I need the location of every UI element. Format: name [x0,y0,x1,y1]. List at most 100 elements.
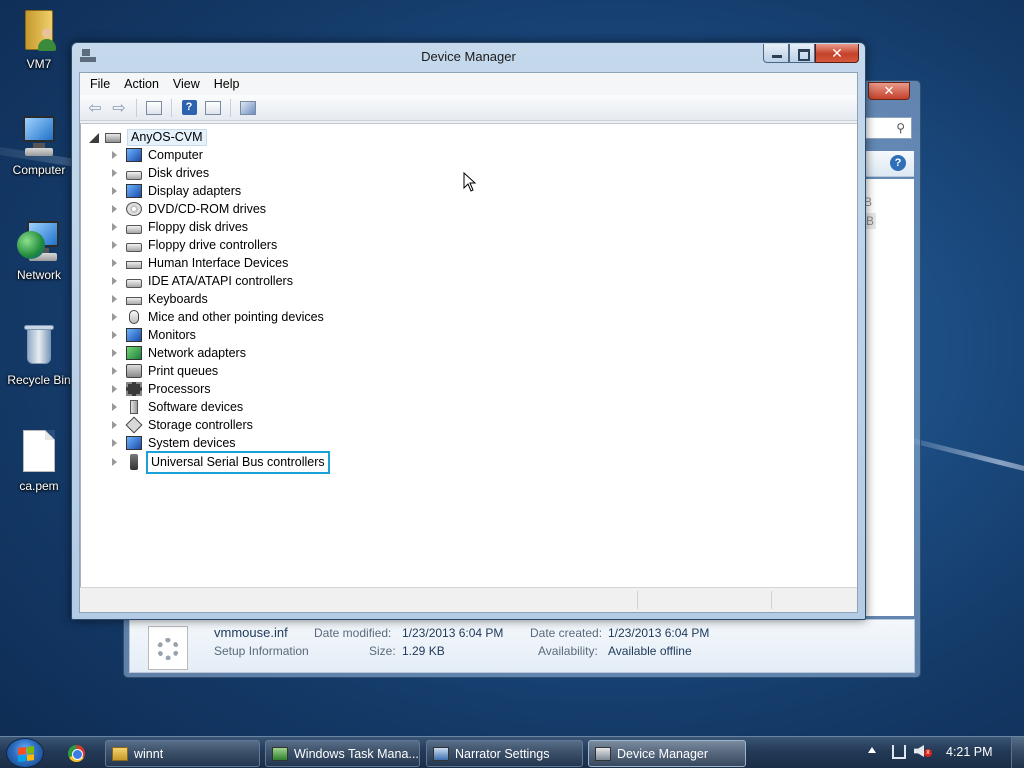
tree-item-disk-drives[interactable]: Disk drives [110,164,209,182]
expand-icon[interactable] [110,402,120,412]
tree-item-print-queues[interactable]: Print queues [110,362,218,380]
tree-item-label: Network adapters [148,346,246,360]
title-bar[interactable]: Device Manager ✕ [72,43,865,71]
scan-hardware-changes-button[interactable] [237,98,259,118]
tree-item-ide-ata-atapi-controllers[interactable]: IDE ATA/ATAPI controllers [110,272,293,290]
desktop-icon-computer[interactable]: Computer [4,112,74,177]
clock[interactable]: 4:21 PM [946,745,993,759]
show-hide-action-pane-button[interactable] [202,98,224,118]
maximize-button[interactable] [789,44,815,63]
device-manager-window[interactable]: Device Manager ✕ File Action View Help ⇦… [71,42,866,620]
desktop-icon-vm7[interactable]: VM7 [4,6,74,71]
expand-icon[interactable] [110,168,120,178]
expand-icon[interactable] [110,457,120,467]
file-icon [15,428,63,476]
console-tree-icon [146,100,162,115]
floppy-controller-icon [126,242,142,252]
tree-item-human-interface-devices[interactable]: Human Interface Devices [110,254,288,272]
tree-item-label: Processors [148,382,211,396]
desktop-icon-recycle-bin[interactable]: Recycle Bin [4,322,74,387]
tree-item-dvd-cd-rom-drives[interactable]: DVD/CD-ROM drives [110,200,266,218]
tree-item-computer[interactable]: Computer [110,146,203,164]
close-button[interactable]: ✕ [815,44,859,63]
taskbar-app-label: Device Manager [617,746,709,761]
expand-icon[interactable] [110,258,120,268]
storage-controller-icon [125,416,143,434]
expand-icon[interactable] [110,186,120,196]
taskbar-app-task-manager[interactable]: Windows Task Mana... [265,740,420,767]
network-status-icon[interactable] [892,745,906,759]
tree-item-label: Floppy drive controllers [148,238,278,252]
help-icon[interactable]: ? [890,155,906,171]
system-device-icon [126,436,142,450]
menu-file[interactable]: File [83,73,117,95]
details-date-created: 1/23/2013 6:04 PM [608,626,710,640]
desktop-icon-label: ca.pem [19,479,59,493]
collapse-icon[interactable] [89,132,99,142]
tree-item-monitors[interactable]: Monitors [110,326,196,344]
start-button[interactable] [6,738,44,768]
forward-button[interactable]: ⇨ [108,98,130,118]
taskbar-app-label: Windows Task Mana... [294,746,419,761]
expand-icon[interactable] [110,150,120,160]
expand-icon[interactable] [110,366,120,376]
back-button[interactable]: ⇦ [84,98,106,118]
tree-root[interactable]: AnyOS-CVM [89,128,207,146]
menu-action[interactable]: Action [117,73,166,95]
tree-item-processors[interactable]: Processors [110,380,211,398]
tree-item-storage-controllers[interactable]: Storage controllers [110,416,253,434]
tree-item-label: Print queues [148,364,219,378]
menu-help[interactable]: Help [207,73,247,95]
details-size: 1.29 KB [402,644,445,658]
device-tree[interactable]: AnyOS-CVM Computer Disk drives Display a… [80,123,857,587]
expand-icon[interactable] [110,312,120,322]
tree-item-usb-controllers[interactable]: Universal Serial Bus controllers [110,450,330,474]
gear-icon [157,638,179,660]
expand-icon[interactable] [110,438,120,448]
tree-item-floppy-drive-controllers[interactable]: Floppy drive controllers [110,236,277,254]
tree-item-system-devices[interactable]: System devices [110,434,236,452]
expand-icon[interactable] [110,204,120,214]
narrator-icon [433,746,449,761]
tree-item-display-adapters[interactable]: Display adapters [110,182,241,200]
tree-item-floppy-disk-drives[interactable]: Floppy disk drives [110,218,248,236]
expand-icon[interactable] [110,384,120,394]
computer-icon [15,112,63,160]
details-file-type: Setup Information [214,644,309,658]
minimize-button[interactable] [763,44,789,63]
expand-icon[interactable] [110,294,120,304]
volume-icon[interactable] [914,745,924,757]
taskbar-app-winnt[interactable]: winnt [105,740,260,767]
tree-item-label: Floppy disk drives [148,220,249,234]
menu-bar: File Action View Help [80,73,857,95]
desktop-icon-network[interactable]: Network [4,217,74,282]
details-size-label: Size: [369,644,396,658]
desktop-icon-label: Network [16,268,61,282]
expand-icon[interactable] [110,222,120,232]
taskbar-app-device-manager[interactable]: Device Manager [588,740,746,767]
details-availability: Available offline [608,644,692,658]
tree-item-network-adapters[interactable]: Network adapters [110,344,246,362]
desktop-icon-ca-pem[interactable]: ca.pem [4,428,74,493]
tree-item-label: Software devices [148,400,244,414]
background-window-close-button[interactable]: ✕ [868,82,910,100]
tree-item-keyboards[interactable]: Keyboards [110,290,208,308]
expand-icon[interactable] [110,240,120,250]
expand-icon[interactable] [110,348,120,358]
background-window-search-box[interactable]: ⚲ [862,117,912,139]
tree-item-software-devices[interactable]: Software devices [110,398,243,416]
toolbar-separator [136,98,137,117]
tree-item-mice[interactable]: Mice and other pointing devices [110,308,324,326]
taskbar-app-narrator-settings[interactable]: Narrator Settings [426,740,583,767]
menu-view[interactable]: View [166,73,207,95]
device-manager-icon [595,746,611,761]
chrome-icon[interactable] [68,745,85,762]
expand-icon[interactable] [110,330,120,340]
show-hidden-icons-icon[interactable] [868,747,876,753]
show-desktop-button[interactable] [1011,737,1024,768]
show-hide-console-tree-button[interactable] [143,98,165,118]
help-button[interactable]: ? [178,98,200,118]
expand-icon[interactable] [110,276,120,286]
tree-item-label: DVD/CD-ROM drives [148,202,267,216]
expand-icon[interactable] [110,420,120,430]
